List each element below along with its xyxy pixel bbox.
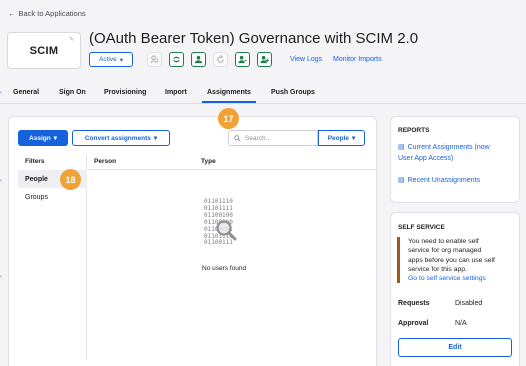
- report-link-line2: User App Access): [398, 155, 454, 162]
- search-input[interactable]: Search...: [228, 130, 318, 146]
- reports-heading: REPORTS: [398, 127, 430, 134]
- column-person[interactable]: Person: [94, 158, 116, 165]
- back-to-applications-link[interactable]: ← Back to Applications: [8, 9, 86, 18]
- tab-push-groups[interactable]: Push Groups: [271, 89, 315, 96]
- tab-provisioning[interactable]: Provisioning: [104, 89, 146, 96]
- notice-line: service for this app.: [408, 265, 467, 273]
- approval-value: N/A: [455, 320, 467, 327]
- search-placeholder: Search...: [245, 134, 272, 142]
- header-divider: [88, 169, 376, 170]
- notice-line: service for org managed: [408, 247, 482, 255]
- edit-button[interactable]: Edit: [398, 338, 512, 357]
- deactivate-user-icon[interactable]: [235, 52, 250, 67]
- filter-people-label: People: [25, 175, 48, 183]
- view-logs-link[interactable]: View Logs: [290, 56, 322, 63]
- filters-heading: Filters: [25, 158, 45, 165]
- app-title: (OAuth Bearer Token) Governance with SCI…: [89, 30, 419, 47]
- requests-value: Disabled: [455, 300, 483, 307]
- self-service-notice: You need to enable self service for org …: [397, 237, 509, 284]
- push-profile-icon[interactable]: [147, 52, 162, 67]
- approval-label: Approval: [398, 320, 429, 327]
- convert-assignments-button[interactable]: Convert assignments ▾: [72, 130, 170, 146]
- refresh-icon[interactable]: [213, 52, 228, 67]
- edge-marker: ‹: [0, 178, 2, 184]
- arrow-left-icon: ←: [8, 9, 16, 18]
- convert-label: Convert assignments: [84, 134, 151, 142]
- report-icon: ▤: [398, 177, 405, 184]
- edit-logo-icon[interactable]: ✎: [69, 36, 74, 43]
- step-badge-17: 17: [218, 108, 239, 129]
- caret-down-icon: ▾: [153, 135, 158, 142]
- tab-import[interactable]: Import: [165, 89, 187, 96]
- edge-marker: ‹: [0, 274, 2, 280]
- caret-down-icon: ▾: [119, 56, 123, 64]
- empty-state-message: No users found: [202, 265, 247, 272]
- report-icon: ▤: [398, 144, 405, 151]
- status-dropdown[interactable]: Active ▾: [89, 52, 133, 67]
- tab-general[interactable]: General: [13, 89, 39, 96]
- notice-line: You need to enable self: [408, 238, 479, 245]
- app-logo-text: SCIM: [29, 44, 59, 57]
- active-tab-indicator: [202, 101, 256, 103]
- recent-unassignments-report-link[interactable]: ▤ Recent Unassignments: [398, 175, 480, 186]
- update-user-icon[interactable]: [257, 52, 272, 67]
- app-logo: SCIM ✎: [7, 32, 81, 69]
- provision-user-icon[interactable]: [191, 52, 206, 67]
- people-filter-dropdown[interactable]: People ▾: [318, 130, 365, 146]
- sync-icon[interactable]: [169, 52, 184, 67]
- report-link-line1: Current Assignments (now: [407, 144, 490, 151]
- report-link-label: Recent Unassignments: [407, 177, 480, 184]
- filter-groups[interactable]: Groups: [25, 194, 48, 201]
- requests-label: Requests: [398, 300, 430, 307]
- self-service-settings-link[interactable]: Go to self service settings: [408, 274, 509, 283]
- self-service-heading: SELF SERVICE: [398, 224, 445, 231]
- edge-marker: ‹: [0, 90, 2, 96]
- assign-label: Assign: [29, 134, 51, 142]
- assign-button[interactable]: Assign ▾: [18, 130, 68, 146]
- notice-line: apps before you can use self: [408, 256, 495, 264]
- step-badge-18: 18: [60, 169, 81, 190]
- caret-down-icon: ▾: [53, 135, 57, 142]
- monitor-imports-link[interactable]: Monitor Imports: [333, 56, 382, 63]
- caret-down-icon: ▾: [352, 135, 356, 142]
- magnifier-icon: [216, 220, 237, 241]
- people-filter-label: People: [327, 134, 350, 142]
- tab-sign-on[interactable]: Sign On: [59, 89, 86, 96]
- column-type[interactable]: Type: [201, 158, 216, 165]
- search-icon: [234, 134, 241, 142]
- back-link-label: Back to Applications: [18, 9, 86, 18]
- status-label: Active: [99, 56, 117, 63]
- current-assignments-report-link[interactable]: ▤ Current Assignments (now User App Acce…: [398, 142, 516, 164]
- tab-assignments[interactable]: Assignments: [207, 89, 251, 96]
